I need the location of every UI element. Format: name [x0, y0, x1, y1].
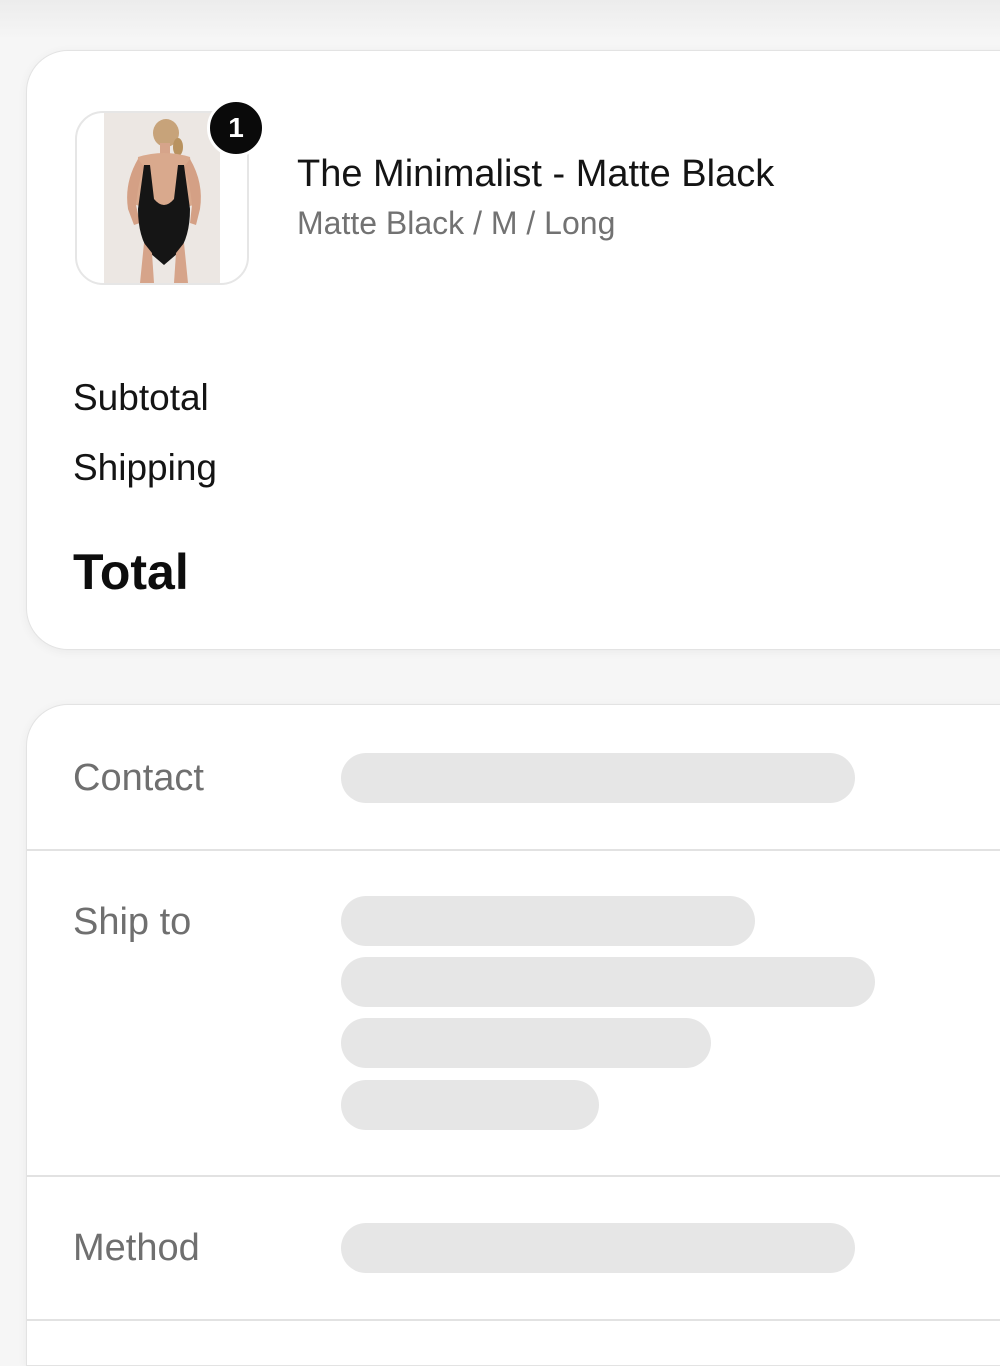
ship-to-line-placeholder	[341, 1080, 599, 1130]
ship-to-line-placeholder	[341, 896, 755, 946]
shipping-label: Shipping	[73, 447, 218, 488]
method-value-placeholder	[341, 1223, 855, 1273]
method-label: Method	[73, 1227, 200, 1269]
subtotal-label: Subtotal	[73, 377, 209, 418]
product-variant: Matte Black / M / Long	[297, 205, 616, 241]
ship-to-line-placeholder	[341, 1018, 711, 1068]
order-summary-card: 1 The Minimalist - Matte Black Matte Bla…	[26, 50, 1000, 650]
row-divider	[27, 1175, 1000, 1177]
product-name: The Minimalist - Matte Black	[297, 153, 775, 195]
quantity-badge: 1	[207, 99, 265, 157]
contact-value-placeholder	[341, 753, 855, 803]
product-photo-image	[104, 113, 220, 283]
row-divider	[27, 849, 1000, 851]
ship-to-line-placeholder	[341, 957, 875, 1007]
total-label: Total	[73, 544, 189, 600]
ship-to-label: Ship to	[73, 901, 192, 943]
contact-label: Contact	[73, 757, 204, 799]
top-edge	[0, 0, 1000, 40]
order-details-card: Contact Ship to Method	[26, 704, 1000, 1366]
row-divider	[27, 1319, 1000, 1321]
